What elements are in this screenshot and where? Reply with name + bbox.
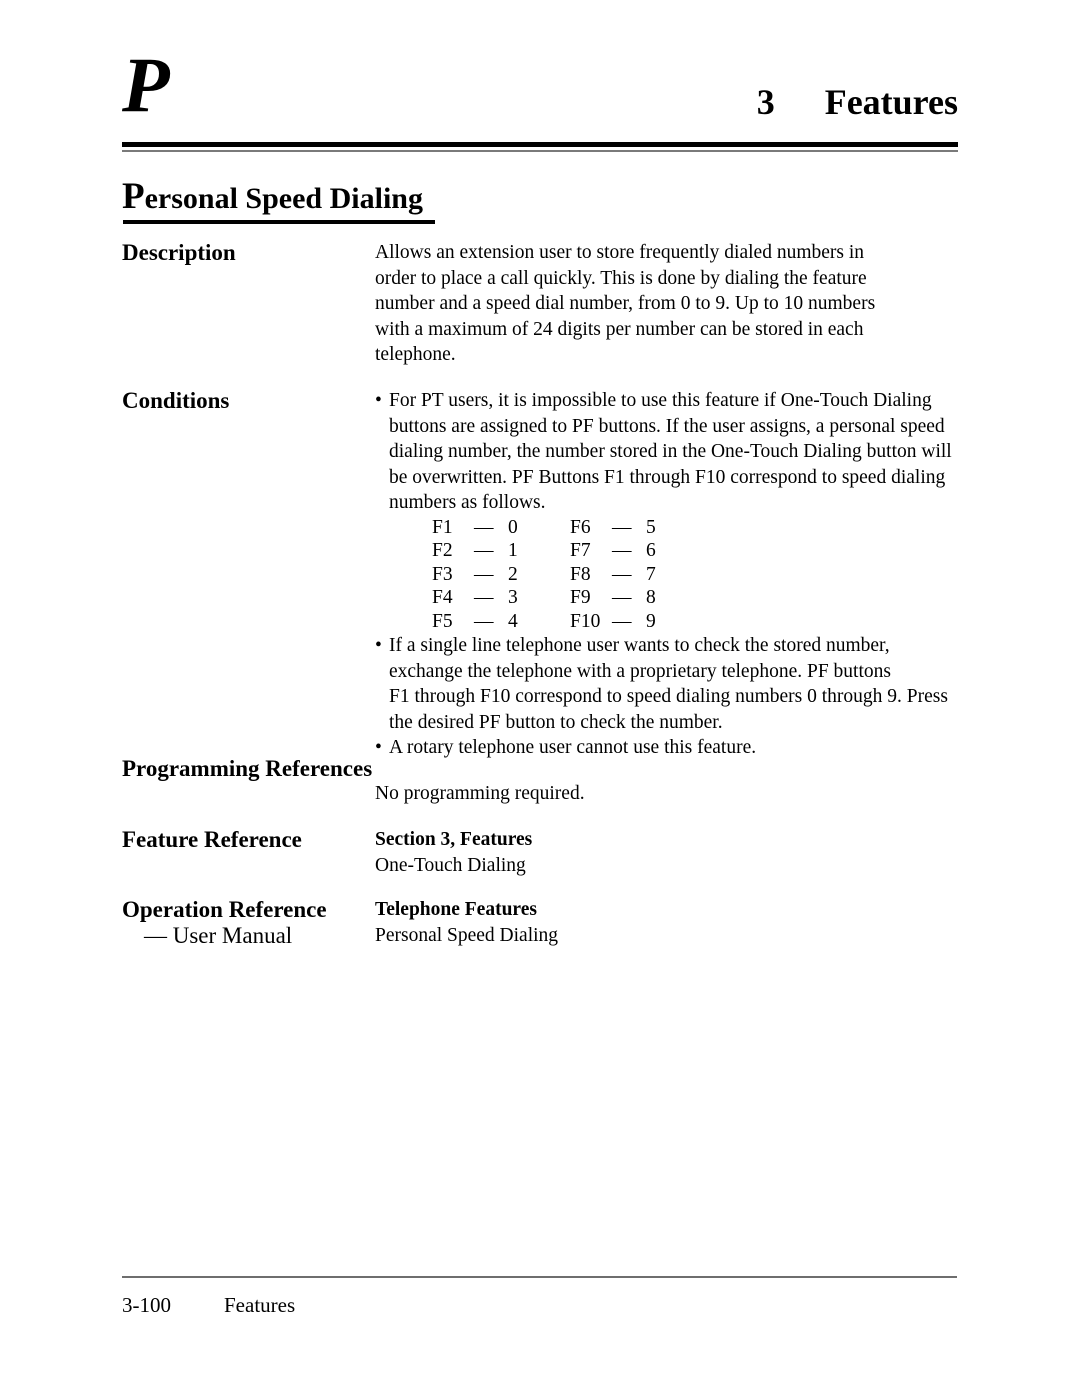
fkey-right-name: F6 <box>570 516 591 538</box>
header-rule-thin <box>122 150 958 152</box>
fkey-column-gap <box>526 586 570 610</box>
operation-reference-item: Personal Speed Dialing <box>375 924 559 946</box>
fkey-left-name: F2 <box>432 540 453 561</box>
bullet-line: exchange the telephone with a proprietar… <box>389 660 891 682</box>
description-line: telephone. <box>375 344 456 365</box>
description-line: with a maximum of 24 digits per number c… <box>375 318 864 340</box>
section-label-operation-reference: Operation Reference <box>122 897 327 922</box>
page-title-initial: P <box>122 176 145 217</box>
section-label-description: Description <box>122 240 236 265</box>
table-row: F2 — 1 F7 — 6 <box>432 539 664 563</box>
header-chapter-title: Features <box>824 82 958 122</box>
section-body-feature-reference: Section 3, Features One-Touch Dialing <box>375 827 958 878</box>
fkey-left-name: F5 <box>432 610 453 632</box>
fkey-right-value: 5 <box>646 516 656 538</box>
table-row: F3 — 2 F8 — 7 <box>432 563 664 587</box>
footer-rule <box>122 1276 957 1278</box>
fkey-left-value: 0 <box>508 516 518 538</box>
bullet-line: buttons are assigned to PF buttons. If t… <box>389 415 945 437</box>
section-body-operation-reference: Telephone Features Personal Speed Dialin… <box>375 897 958 948</box>
fkey-column-gap <box>526 539 570 563</box>
description-line: Allows an extension user to store freque… <box>375 242 865 263</box>
conditions-bullet-item: • A rotary telephone user cannot use thi… <box>375 735 958 761</box>
bullet-line: For PT users, it is impossible to use th… <box>389 390 932 411</box>
bullet-line: A rotary telephone user cannot use this … <box>389 737 757 758</box>
fkey-left-value: 1 <box>508 540 518 561</box>
bullet-line: F1 through F10 correspond to speed diali… <box>389 686 948 707</box>
header-chapter-label: 3 Features <box>757 84 958 120</box>
feature-reference-section: Section 3, Features <box>375 829 533 850</box>
conditions-bullet-item: • For PT users, it is impossible to use … <box>375 388 958 516</box>
table-row: F5 — 4 F10 — 9 <box>432 610 664 634</box>
section-body-description: Allows an extension user to store freque… <box>375 240 958 368</box>
section-label-conditions: Conditions <box>122 388 230 413</box>
fkey-right-name: F10 <box>570 610 601 632</box>
fkey-left-value: 2 <box>508 563 518 585</box>
fkey-left-dash: — <box>474 516 494 538</box>
description-line: order to place a call quickly. This is d… <box>375 267 867 289</box>
bullet-line: be overwritten. PF Buttons F1 through F1… <box>389 466 946 488</box>
fkey-right-value: 9 <box>646 610 656 632</box>
header-rule-thick <box>122 142 958 147</box>
page-title-rest: ersonal Speed Dialing <box>144 182 423 215</box>
fkey-right-dash: — <box>612 587 632 608</box>
fkey-right-name: F7 <box>570 540 591 561</box>
page-footer: 3-100 Features <box>122 1292 295 1318</box>
bullet-line: dialing number, the number stored in the… <box>389 441 952 462</box>
fkey-column-gap <box>526 610 570 634</box>
fkey-right-name: F9 <box>570 587 591 608</box>
fkey-right-value: 8 <box>646 587 656 608</box>
section-body-programming-references: No programming required. <box>375 781 958 807</box>
bullet-line: numbers as follows. <box>389 492 546 513</box>
page-title: Personal Speed Dialing <box>122 178 423 217</box>
header-dropcap-letter: P <box>122 41 170 128</box>
fkey-left-dash: — <box>474 540 494 561</box>
document-page: P 3 Features Personal Speed Dialing Descr… <box>0 0 1080 1397</box>
fkey-left-value: 3 <box>508 587 518 608</box>
fkey-column-gap <box>526 563 570 587</box>
pf-button-mapping-table: F1 — 0 F6 — 5 F2 — 1 F7 — 6 F3 — 2 F8 — … <box>432 516 664 634</box>
footer-section-name: Features <box>224 1293 296 1317</box>
fkey-left-dash: — <box>474 610 494 632</box>
bullet-line: If a single line telephone user wants to… <box>389 635 890 656</box>
table-row: F1 — 0 F6 — 5 <box>432 516 664 540</box>
footer-page-number: 3-100 <box>122 1293 171 1317</box>
feature-reference-item: One-Touch Dialing <box>375 854 526 876</box>
bullet-dot-icon: • <box>375 390 382 411</box>
page-running-header: P 3 Features <box>122 46 958 144</box>
fkey-right-dash: — <box>612 563 632 585</box>
page-title-underline <box>123 220 435 224</box>
bullet-dot-icon: • <box>375 635 382 656</box>
fkey-left-value: 4 <box>508 610 518 632</box>
bullet-line: the desired PF button to check the numbe… <box>389 711 723 733</box>
fkey-right-value: 7 <box>646 563 656 585</box>
conditions-bullet-item: • If a single line telephone user wants … <box>375 633 958 735</box>
fkey-right-dash: — <box>612 540 632 561</box>
fkey-left-name: F1 <box>432 516 453 538</box>
section-body-conditions: • For PT users, it is impossible to use … <box>375 388 958 761</box>
section-label-programming-references: Programming References <box>122 756 373 781</box>
section-sublabel-user-manual: — User Manual <box>144 923 293 948</box>
fkey-left-dash: — <box>474 587 494 608</box>
fkey-right-dash: — <box>612 610 632 632</box>
fkey-right-name: F8 <box>570 563 591 585</box>
header-chapter-number: 3 <box>756 82 775 122</box>
fkey-left-dash: — <box>474 563 494 585</box>
programming-references-text: No programming required. <box>375 783 585 804</box>
description-line: number and a speed dial number, from 0 t… <box>375 293 876 314</box>
section-label-feature-reference: Feature Reference <box>122 827 302 852</box>
fkey-left-name: F3 <box>432 563 453 585</box>
operation-reference-section: Telephone Features <box>375 899 537 920</box>
fkey-right-value: 6 <box>646 540 656 561</box>
fkey-right-dash: — <box>612 516 632 538</box>
fkey-column-gap <box>526 516 570 540</box>
fkey-left-name: F4 <box>432 587 453 608</box>
table-row: F4 — 3 F9 — 8 <box>432 586 664 610</box>
